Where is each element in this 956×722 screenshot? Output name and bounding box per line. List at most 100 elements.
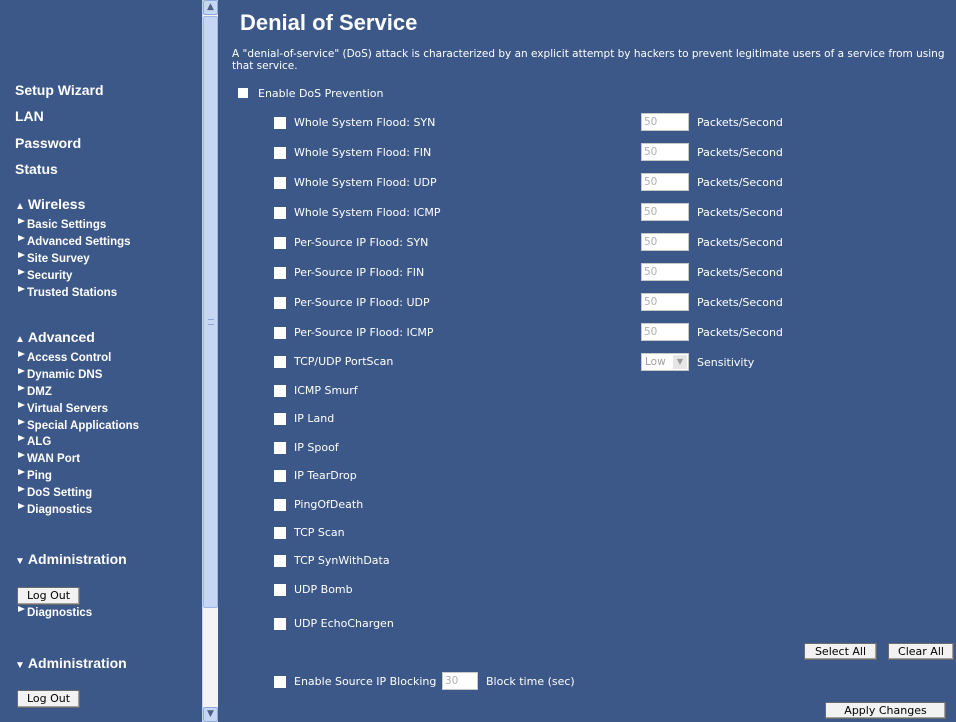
enable-dos-checkbox[interactable] <box>238 88 248 98</box>
page-title: Denial of Service <box>240 10 418 35</box>
nav-site-survey[interactable]: Site Survey <box>18 252 90 265</box>
nav-setup-wizard[interactable]: Setup Wizard <box>15 82 104 98</box>
option-checkbox[interactable] <box>274 442 286 454</box>
block-time-input[interactable]: 30 <box>442 672 478 690</box>
flag-icon <box>18 235 25 241</box>
portscan-checkbox[interactable] <box>274 356 286 368</box>
expanded-triangle-icon: ▲ <box>15 334 25 345</box>
option-checkbox[interactable] <box>274 584 286 596</box>
packets-input[interactable]: 50 <box>641 293 689 311</box>
nav-label: Advanced Settings <box>27 236 131 248</box>
sensitivity-select[interactable]: Low ▼ <box>641 353 689 371</box>
nav-access-control[interactable]: Access Control <box>18 351 111 364</box>
flood-checkbox[interactable] <box>274 177 286 189</box>
nav-trusted-stations[interactable]: Trusted Stations <box>18 286 117 299</box>
clear-all-button[interactable]: Clear All <box>888 643 954 660</box>
flood-label: Whole System Flood: ICMP <box>294 206 441 219</box>
flood-checkbox[interactable] <box>274 327 286 339</box>
option-label: TCP SynWithData <box>294 554 390 567</box>
packets-unit-label: Packets/Second <box>697 236 783 249</box>
packets-input[interactable]: 50 <box>641 263 689 281</box>
section-label: Advanced <box>27 329 95 345</box>
nav-security[interactable]: Security <box>18 269 72 282</box>
flood-checkbox[interactable] <box>274 237 286 249</box>
option-checkbox[interactable] <box>274 499 286 511</box>
scroll-down-arrow-icon[interactable]: ▼ <box>203 707 218 722</box>
nav-label: ALG <box>27 436 52 448</box>
flag-icon <box>18 351 25 357</box>
select-all-button[interactable]: Select All <box>804 643 877 660</box>
block-time-label: Block time (sec) <box>486 675 575 688</box>
flag-icon <box>18 269 25 275</box>
option-label: PingOfDeath <box>294 498 364 511</box>
packets-input[interactable]: 50 <box>641 203 689 221</box>
nav-ping[interactable]: Ping <box>18 469 52 482</box>
option-checkbox[interactable] <box>274 527 286 539</box>
nav-basic-settings[interactable]: Basic Settings <box>18 218 106 231</box>
nav-dynamic-dns[interactable]: Dynamic DNS <box>18 368 102 381</box>
nav-special-applications[interactable]: Special Applications <box>18 419 139 432</box>
flag-icon <box>18 606 25 612</box>
flag-icon <box>18 402 25 408</box>
nav-dos-setting[interactable]: DoS Setting <box>18 486 92 499</box>
packets-unit-label: Packets/Second <box>697 326 783 339</box>
option-label: UDP EchoChargen <box>294 617 394 630</box>
packets-input[interactable]: 50 <box>641 143 689 161</box>
nav-label: Security <box>27 270 73 282</box>
apply-changes-button[interactable]: Apply Changes <box>825 702 946 719</box>
option-checkbox[interactable] <box>274 618 286 630</box>
source-blocking-checkbox[interactable] <box>274 676 286 688</box>
packets-unit-label: Packets/Second <box>697 176 783 189</box>
packets-input[interactable]: 50 <box>641 113 689 131</box>
option-label: TCP Scan <box>294 526 345 539</box>
nav-virtual-servers[interactable]: Virtual Servers <box>18 402 108 415</box>
flood-checkbox[interactable] <box>274 207 286 219</box>
collapsed-triangle-icon: ▼ <box>15 660 25 671</box>
nav-label: Ping <box>27 470 52 482</box>
scroll-thumb[interactable] <box>203 16 218 608</box>
nav-status[interactable]: Status <box>15 161 58 177</box>
nav-dmz[interactable]: DMZ <box>18 385 52 398</box>
packets-input[interactable]: 50 <box>641 233 689 251</box>
nav-password[interactable]: Password <box>15 135 81 151</box>
nav-diagnostics[interactable]: Diagnostics <box>18 503 92 516</box>
option-checkbox[interactable] <box>274 413 286 425</box>
nav-wan-port[interactable]: WAN Port <box>18 452 80 465</box>
scroll-up-arrow-icon[interactable]: ▲ <box>203 0 218 15</box>
logout-button[interactable]: Log Out <box>17 587 80 605</box>
grip-icon <box>208 319 214 325</box>
nav-section-advanced[interactable]: ▲ Advanced <box>15 329 95 345</box>
nav-label: DoS Setting <box>27 487 93 499</box>
option-checkbox[interactable] <box>274 470 286 482</box>
sidebar-scrollbar[interactable]: ▲ ▼ <box>202 0 218 722</box>
flag-icon <box>18 368 25 374</box>
flood-checkbox[interactable] <box>274 147 286 159</box>
packets-unit-label: Packets/Second <box>697 266 783 279</box>
packets-input[interactable]: 50 <box>641 173 689 191</box>
packets-input[interactable]: 50 <box>641 323 689 341</box>
flood-checkbox[interactable] <box>274 267 286 279</box>
option-checkbox[interactable] <box>274 555 286 567</box>
nav-section-administration[interactable]: ▼ Administration <box>15 551 127 567</box>
packets-unit-label: Packets/Second <box>697 296 783 309</box>
option-label: ICMP Smurf <box>294 384 358 397</box>
nav-lan[interactable]: LAN <box>15 108 44 124</box>
option-label: UDP Bomb <box>294 583 353 596</box>
nav-advanced-settings[interactable]: Advanced Settings <box>18 235 131 248</box>
flood-label: Whole System Flood: UDP <box>294 176 437 189</box>
flood-label: Per-Source IP Flood: UDP <box>294 296 430 309</box>
nav-section-administration-duplicate[interactable]: ▼ Administration <box>15 655 127 671</box>
flood-label: Whole System Flood: FIN <box>294 146 432 159</box>
nav-alg[interactable]: ALG <box>18 435 51 448</box>
flood-checkbox[interactable] <box>274 117 286 129</box>
nav-section-wireless[interactable]: ▲ Wireless <box>15 196 85 212</box>
nav-diagnostics-duplicate[interactable]: Diagnostics <box>18 606 92 619</box>
packets-unit-label: Packets/Second <box>697 116 783 129</box>
flag-icon <box>18 218 25 224</box>
nav-label: Special Applications <box>27 420 140 432</box>
option-checkbox[interactable] <box>274 385 286 397</box>
option-label: IP Land <box>294 412 335 425</box>
logout-button-duplicate[interactable]: Log Out <box>17 690 80 708</box>
flood-checkbox[interactable] <box>274 297 286 309</box>
chevron-down-icon: ▼ <box>673 355 687 369</box>
